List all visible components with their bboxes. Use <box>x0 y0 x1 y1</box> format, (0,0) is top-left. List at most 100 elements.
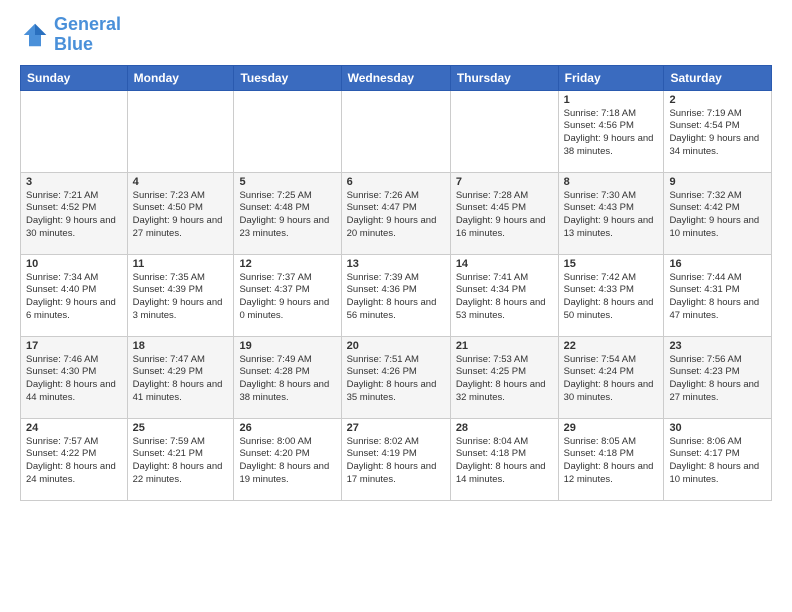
day-info: Sunrise: 7:34 AM Sunset: 4:40 PM Dayligh… <box>26 272 122 323</box>
calendar-week-row: 3 Sunrise: 7:21 AM Sunset: 4:52 PM Daylig… <box>21 172 772 254</box>
day-info: Sunrise: 7:47 AM Sunset: 4:29 PM Dayligh… <box>133 354 229 405</box>
day-number: 5 <box>239 176 335 188</box>
day-info: Sunrise: 7:18 AM Sunset: 4:56 PM Dayligh… <box>564 108 659 159</box>
day-info: Sunrise: 7:56 AM Sunset: 4:23 PM Dayligh… <box>669 354 766 405</box>
day-number: 8 <box>564 176 659 188</box>
calendar-cell <box>450 90 558 172</box>
calendar-cell: 15Sunrise: 7:42 AM Sunset: 4:33 PM Dayli… <box>558 254 664 336</box>
logo-text: General Blue <box>54 15 121 55</box>
calendar-cell: 2Sunrise: 7:19 AM Sunset: 4:54 PM Daylig… <box>664 90 772 172</box>
calendar-cell: 3 Sunrise: 7:21 AM Sunset: 4:52 PM Daylig… <box>21 172 128 254</box>
calendar-table: SundayMondayTuesdayWednesdayThursdayFrid… <box>20 65 772 501</box>
day-number: 28 <box>456 422 553 434</box>
calendar-cell <box>234 90 341 172</box>
day-number: 21 <box>456 340 553 352</box>
day-number: 1 <box>564 94 659 106</box>
day-info: Sunrise: 7:49 AM Sunset: 4:28 PM Dayligh… <box>239 354 335 405</box>
day-info: Sunrise: 7:21 AM Sunset: 4:52 PM Dayligh… <box>26 190 122 241</box>
calendar-week-row: 10 Sunrise: 7:34 AM Sunset: 4:40 PM Dayli… <box>21 254 772 336</box>
calendar-cell: 12 Sunrise: 7:37 AM Sunset: 4:37 PM Dayli… <box>234 254 341 336</box>
day-number: 27 <box>347 422 445 434</box>
calendar-cell: 20Sunrise: 7:51 AM Sunset: 4:26 PM Dayli… <box>341 336 450 418</box>
day-number: 16 <box>669 258 766 270</box>
day-info: Sunrise: 7:30 AM Sunset: 4:43 PM Dayligh… <box>564 190 659 241</box>
logo: General Blue <box>20 15 121 55</box>
calendar-header-saturday: Saturday <box>664 65 772 90</box>
day-info: Sunrise: 7:44 AM Sunset: 4:31 PM Dayligh… <box>669 272 766 323</box>
day-info: Sunrise: 8:00 AM Sunset: 4:20 PM Dayligh… <box>239 436 335 487</box>
day-number: 23 <box>669 340 766 352</box>
day-number: 26 <box>239 422 335 434</box>
calendar-cell: 14 Sunrise: 7:41 AM Sunset: 4:34 PM Dayli… <box>450 254 558 336</box>
calendar-cell: 5 Sunrise: 7:25 AM Sunset: 4:48 PM Daylig… <box>234 172 341 254</box>
calendar-cell: 25Sunrise: 7:59 AM Sunset: 4:21 PM Dayli… <box>127 418 234 500</box>
calendar-cell: 6 Sunrise: 7:26 AM Sunset: 4:47 PM Daylig… <box>341 172 450 254</box>
calendar-cell: 19 Sunrise: 7:49 AM Sunset: 4:28 PM Dayli… <box>234 336 341 418</box>
day-number: 6 <box>347 176 445 188</box>
day-info: Sunrise: 8:06 AM Sunset: 4:17 PM Dayligh… <box>669 436 766 487</box>
calendar-cell <box>21 90 128 172</box>
calendar-cell: 13 Sunrise: 7:39 AM Sunset: 4:36 PM Dayli… <box>341 254 450 336</box>
calendar-cell: 29 Sunrise: 8:05 AM Sunset: 4:18 PM Dayli… <box>558 418 664 500</box>
calendar-cell: 1 Sunrise: 7:18 AM Sunset: 4:56 PM Daylig… <box>558 90 664 172</box>
day-info: Sunrise: 7:53 AM Sunset: 4:25 PM Dayligh… <box>456 354 553 405</box>
calendar-cell: 9Sunrise: 7:32 AM Sunset: 4:42 PM Daylig… <box>664 172 772 254</box>
calendar-cell: 7 Sunrise: 7:28 AM Sunset: 4:45 PM Daylig… <box>450 172 558 254</box>
calendar-cell <box>127 90 234 172</box>
page: General Blue SundayMondayTuesdayWednesda… <box>0 0 792 511</box>
calendar-cell: 4Sunrise: 7:23 AM Sunset: 4:50 PM Daylig… <box>127 172 234 254</box>
day-number: 12 <box>239 258 335 270</box>
day-info: Sunrise: 7:59 AM Sunset: 4:21 PM Dayligh… <box>133 436 229 487</box>
day-info: Sunrise: 7:41 AM Sunset: 4:34 PM Dayligh… <box>456 272 553 323</box>
day-info: Sunrise: 7:37 AM Sunset: 4:37 PM Dayligh… <box>239 272 335 323</box>
calendar-header-thursday: Thursday <box>450 65 558 90</box>
day-info: Sunrise: 7:19 AM Sunset: 4:54 PM Dayligh… <box>669 108 766 159</box>
day-number: 4 <box>133 176 229 188</box>
header: General Blue <box>20 15 772 55</box>
day-info: Sunrise: 7:35 AM Sunset: 4:39 PM Dayligh… <box>133 272 229 323</box>
day-info: Sunrise: 8:02 AM Sunset: 4:19 PM Dayligh… <box>347 436 445 487</box>
calendar-header-row: SundayMondayTuesdayWednesdayThursdayFrid… <box>21 65 772 90</box>
day-number: 29 <box>564 422 659 434</box>
calendar-cell: 16 Sunrise: 7:44 AM Sunset: 4:31 PM Dayli… <box>664 254 772 336</box>
calendar-cell: 27 Sunrise: 8:02 AM Sunset: 4:19 PM Dayli… <box>341 418 450 500</box>
day-info: Sunrise: 7:26 AM Sunset: 4:47 PM Dayligh… <box>347 190 445 241</box>
day-number: 24 <box>26 422 122 434</box>
day-number: 13 <box>347 258 445 270</box>
calendar-cell: 22 Sunrise: 7:54 AM Sunset: 4:24 PM Dayli… <box>558 336 664 418</box>
calendar-week-row: 17 Sunrise: 7:46 AM Sunset: 4:30 PM Dayli… <box>21 336 772 418</box>
calendar-cell: 21 Sunrise: 7:53 AM Sunset: 4:25 PM Dayli… <box>450 336 558 418</box>
day-number: 30 <box>669 422 766 434</box>
calendar-cell: 17 Sunrise: 7:46 AM Sunset: 4:30 PM Dayli… <box>21 336 128 418</box>
day-number: 9 <box>669 176 766 188</box>
day-number: 17 <box>26 340 122 352</box>
day-info: Sunrise: 7:42 AM Sunset: 4:33 PM Dayligh… <box>564 272 659 323</box>
calendar-cell: 11Sunrise: 7:35 AM Sunset: 4:39 PM Dayli… <box>127 254 234 336</box>
day-info: Sunrise: 7:54 AM Sunset: 4:24 PM Dayligh… <box>564 354 659 405</box>
calendar-header-friday: Friday <box>558 65 664 90</box>
day-info: Sunrise: 7:25 AM Sunset: 4:48 PM Dayligh… <box>239 190 335 241</box>
day-info: Sunrise: 8:05 AM Sunset: 4:18 PM Dayligh… <box>564 436 659 487</box>
day-info: Sunrise: 7:57 AM Sunset: 4:22 PM Dayligh… <box>26 436 122 487</box>
calendar-week-row: 24 Sunrise: 7:57 AM Sunset: 4:22 PM Dayli… <box>21 418 772 500</box>
calendar-header-monday: Monday <box>127 65 234 90</box>
calendar-cell: 10 Sunrise: 7:34 AM Sunset: 4:40 PM Dayli… <box>21 254 128 336</box>
calendar-cell <box>341 90 450 172</box>
day-number: 19 <box>239 340 335 352</box>
calendar-cell: 8 Sunrise: 7:30 AM Sunset: 4:43 PM Daylig… <box>558 172 664 254</box>
day-number: 3 <box>26 176 122 188</box>
calendar-cell: 24 Sunrise: 7:57 AM Sunset: 4:22 PM Dayli… <box>21 418 128 500</box>
day-number: 7 <box>456 176 553 188</box>
day-number: 22 <box>564 340 659 352</box>
day-info: Sunrise: 8:04 AM Sunset: 4:18 PM Dayligh… <box>456 436 553 487</box>
day-number: 14 <box>456 258 553 270</box>
calendar-cell: 28 Sunrise: 8:04 AM Sunset: 4:18 PM Dayli… <box>450 418 558 500</box>
calendar-week-row: 1 Sunrise: 7:18 AM Sunset: 4:56 PM Daylig… <box>21 90 772 172</box>
day-info: Sunrise: 7:28 AM Sunset: 4:45 PM Dayligh… <box>456 190 553 241</box>
calendar-cell: 26 Sunrise: 8:00 AM Sunset: 4:20 PM Dayli… <box>234 418 341 500</box>
day-info: Sunrise: 7:46 AM Sunset: 4:30 PM Dayligh… <box>26 354 122 405</box>
day-info: Sunrise: 7:39 AM Sunset: 4:36 PM Dayligh… <box>347 272 445 323</box>
calendar-cell: 23 Sunrise: 7:56 AM Sunset: 4:23 PM Dayli… <box>664 336 772 418</box>
calendar-header-wednesday: Wednesday <box>341 65 450 90</box>
day-number: 10 <box>26 258 122 270</box>
